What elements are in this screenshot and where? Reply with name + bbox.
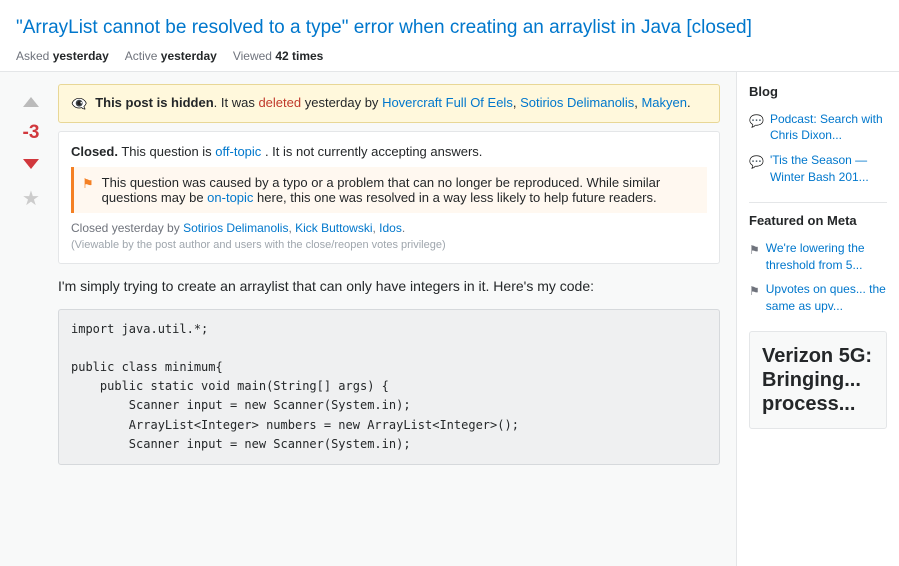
closed-by-idos[interactable]: Idos bbox=[379, 221, 402, 235]
closed-viewable: (Viewable by the post author and users w… bbox=[71, 239, 707, 251]
sidebar-divider-1 bbox=[749, 202, 887, 203]
off-topic-link[interactable]: off-topic bbox=[215, 144, 261, 159]
flag-icon-1: ⚑ bbox=[749, 242, 760, 259]
closed-reason-text: This question was caused by a typo or a … bbox=[102, 175, 699, 205]
blog-link-2[interactable]: 'Tis the Season — Winter Bash 201... bbox=[770, 152, 887, 186]
notice-hidden-text: This post is hidden. It was deleted yest… bbox=[95, 95, 690, 110]
notice-hidden-bold: This post is hidden bbox=[95, 95, 213, 110]
eye-slash-icon: 👁️‍🗨️ bbox=[71, 96, 87, 112]
question-body: -3 ★ 👁️‍🗨️ bbox=[16, 84, 720, 465]
question-header: "ArrayList cannot be resolved to a type"… bbox=[0, 0, 899, 72]
sidebar-blog-item-1: 💬 Podcast: Search with Chris Dixon... bbox=[749, 111, 887, 145]
page-wrapper: "ArrayList cannot be resolved to a type"… bbox=[0, 0, 899, 566]
code-pre: import java.util.*; public class minimum… bbox=[71, 320, 707, 454]
question-title-link[interactable]: "ArrayList cannot be resolved to a type"… bbox=[16, 17, 752, 38]
vote-count: -3 bbox=[23, 122, 40, 144]
chat-icon-2: 💬 bbox=[749, 154, 764, 171]
question-text: I'm simply trying to create an arraylist… bbox=[58, 276, 720, 297]
sidebar: Blog 💬 Podcast: Search with Chris Dixon.… bbox=[737, 72, 899, 566]
main-content: -3 ★ 👁️‍🗨️ bbox=[0, 72, 737, 566]
sidebar-blog-item-2: 💬 'Tis the Season — Winter Bash 201... bbox=[749, 152, 887, 186]
closed-by-sotirios[interactable]: Sotirios Delimanolis bbox=[183, 221, 288, 235]
sidebar-featured-section: Featured on Meta ⚑ We're lowering the th… bbox=[749, 213, 887, 315]
closed-header: Closed. This question is off-topic . It … bbox=[71, 144, 707, 159]
notice-closed: Closed. This question is off-topic . It … bbox=[58, 131, 720, 264]
meta-viewed: Viewed 42 times bbox=[233, 49, 324, 63]
notice-hidden: 👁️‍🗨️ This post is hidden. It was delete… bbox=[58, 84, 720, 123]
question-meta: Asked yesterday Active yesterday Viewed … bbox=[16, 49, 883, 63]
vote-down-button[interactable] bbox=[16, 148, 46, 178]
sidebar-featured-title: Featured on Meta bbox=[749, 213, 887, 232]
post-content: 👁️‍🗨️ This post is hidden. It was delete… bbox=[58, 84, 720, 465]
closed-footer: Closed yesterday by Sotirios Delimanolis… bbox=[71, 221, 707, 235]
sidebar-ad-title: Verizon 5G:Bringing...process... bbox=[762, 344, 874, 416]
closed-by-kick[interactable]: Kick Buttowski bbox=[295, 221, 372, 235]
vote-widget: -3 ★ bbox=[16, 84, 46, 465]
sidebar-featured-item-1: ⚑ We're lowering the threshold from 5... bbox=[749, 240, 887, 274]
deleted-link[interactable]: deleted bbox=[258, 95, 301, 110]
sidebar-blog-section: Blog 💬 Podcast: Search with Chris Dixon.… bbox=[749, 84, 887, 186]
closed-reason: ⚑ This question was caused by a typo or … bbox=[71, 167, 707, 213]
sidebar-featured-item-2: ⚑ Upvotes on ques... the same as upv... bbox=[749, 281, 887, 315]
blog-link-1[interactable]: Podcast: Search with Chris Dixon... bbox=[770, 111, 887, 145]
question-title[interactable]: "ArrayList cannot be resolved to a type"… bbox=[16, 16, 883, 41]
chat-icon-1: 💬 bbox=[749, 113, 764, 130]
favorite-button[interactable]: ★ bbox=[22, 186, 40, 211]
featured-link-1[interactable]: We're lowering the threshold from 5... bbox=[766, 240, 887, 274]
sotirios-link[interactable]: Sotirios Delimanolis bbox=[520, 95, 634, 110]
hovercraft-link[interactable]: Hovercraft Full Of Eels bbox=[382, 95, 513, 110]
on-topic-link[interactable]: on-topic bbox=[207, 190, 253, 205]
meta-active: Active yesterday bbox=[125, 49, 217, 63]
code-block: import java.util.*; public class minimum… bbox=[58, 309, 720, 465]
flag-icon-2: ⚑ bbox=[749, 283, 760, 300]
flag-icon: ⚑ bbox=[82, 176, 94, 192]
sidebar-ad: Verizon 5G:Bringing...process... bbox=[749, 331, 887, 429]
vote-up-button[interactable] bbox=[16, 88, 46, 118]
meta-asked: Asked yesterday bbox=[16, 49, 109, 63]
sidebar-blog-title: Blog bbox=[749, 84, 887, 103]
featured-link-2[interactable]: Upvotes on ques... the same as upv... bbox=[766, 281, 887, 315]
makyen-link[interactable]: Makyen bbox=[641, 95, 687, 110]
star-icon: ★ bbox=[22, 188, 40, 210]
content-area: -3 ★ 👁️‍🗨️ bbox=[0, 72, 899, 566]
closed-label: Closed. bbox=[71, 144, 118, 159]
